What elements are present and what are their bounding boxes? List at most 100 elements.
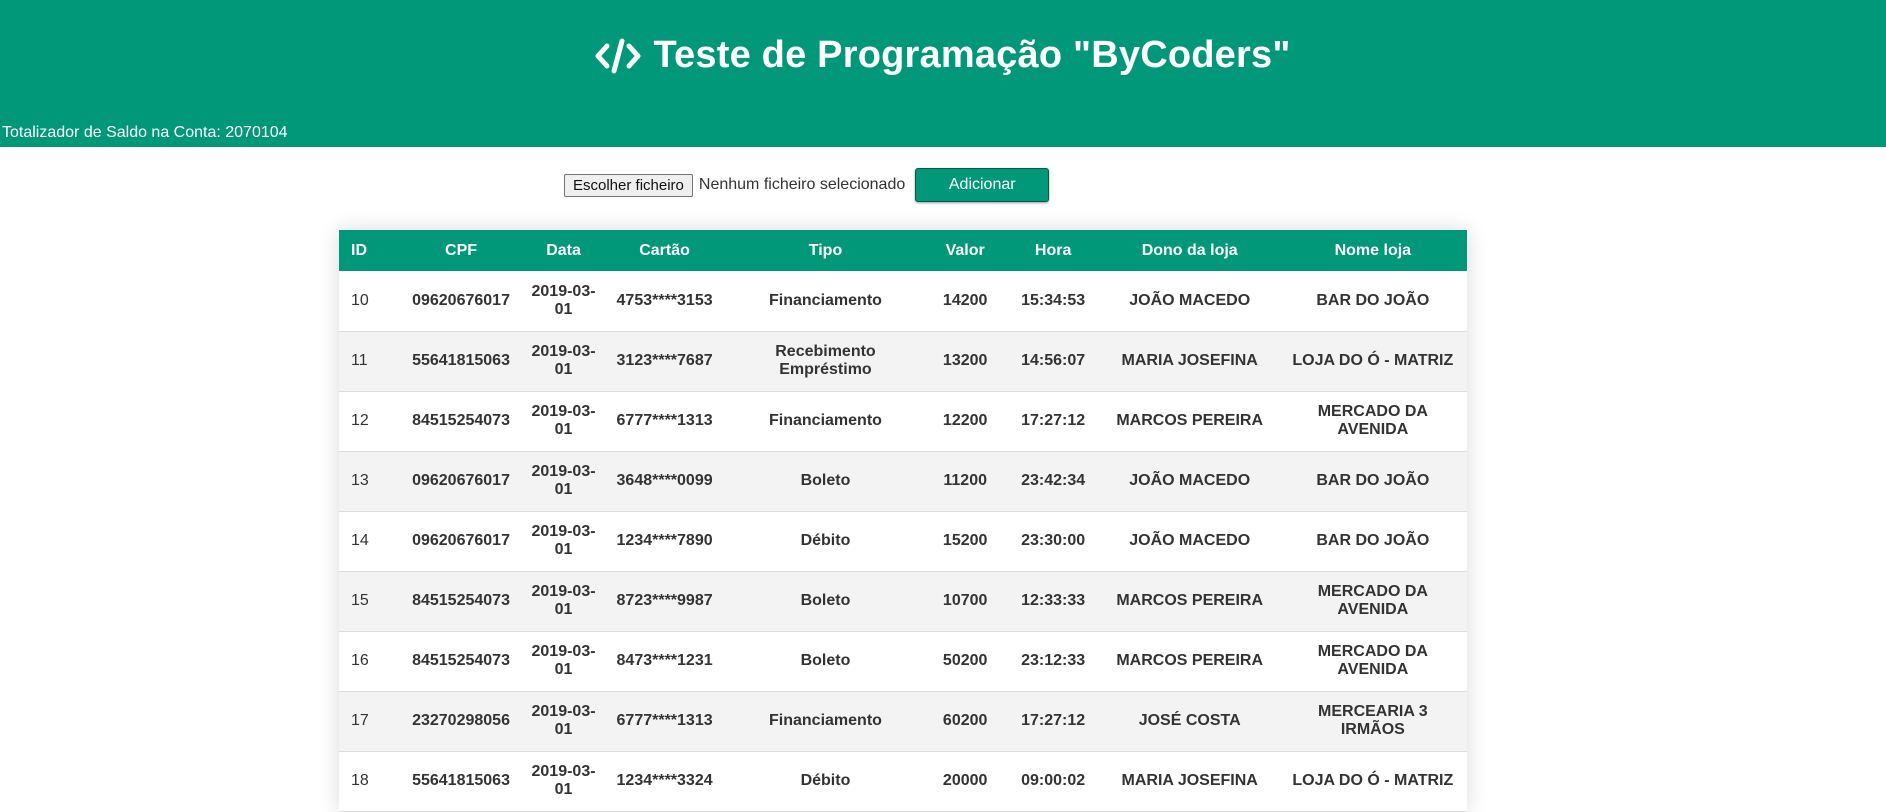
choose-file-button[interactable]: Escolher ficheiro [564,173,693,197]
cell-valor: 11200 [943,472,987,489]
balance-total: Totalizador de Saldo na Conta: 2070104 [2,124,288,141]
cell-valor: 14200 [942,291,988,309]
cell-id: 11 [351,352,368,369]
table-row: 12 84515254073 2019-03-01 6777****1313 Finan… [339,391,1467,451]
cell-nome-loja: MERCADO DA AVENIDA [1317,643,1428,678]
cell-cpf: 84515254073 [412,592,510,609]
cell-hora: 14:56:07 [1021,352,1086,369]
cell-valor: 60200 [942,712,988,729]
cell-cpf: 84515254073 [412,652,510,669]
page-header: Teste de Programação "ByCoders" Totaliza… [0,0,1886,147]
cell-tipo: Débito [800,532,851,549]
table-header-row: ID CPF Data Cartão Tipo Valor Hora Dono da loja… [339,230,1467,271]
cell-nome-loja: MERCADO DA AVENIDA [1317,403,1428,438]
cell-data: 2019-03-01 [531,523,596,558]
cell-tipo: Recebimento Empréstimo [775,343,876,378]
table-row: 17 23270298056 2019-03-01 6777****1313 Finan… [339,691,1467,751]
cell-data: 2019-03-01 [531,643,596,678]
table-row: 13 09620676017 2019-03-01 3648****0099 Bolet… [339,451,1467,511]
cell-cartao: 6777****1313 [616,712,713,729]
cell-cpf: 23270298056 [412,712,510,729]
cell-nome-loja: LOJA DO Ó - MATRIZ [1292,772,1454,789]
add-button[interactable]: Adicionar [915,168,1050,202]
table-row: 15 84515254073 2019-03-01 8723****9987 Bolet… [339,571,1467,631]
column-header-dono: Dono da loja [1141,241,1238,259]
cell-dono: JOÃO MACEDO [1129,532,1251,549]
cell-nome-loja: MERCADO DA AVENIDA [1317,583,1428,618]
cell-valor: 12200 [942,412,988,429]
cell-data: 2019-03-01 [531,282,596,318]
cell-hora: 17:27:12 [1021,712,1086,729]
transactions-table-wrap: ID CPF Data Cartão Tipo Valor Hora Dono da loja… [339,230,1467,812]
cell-cartao: 1234****7890 [616,532,713,549]
cell-data: 2019-03-01 [531,343,596,378]
cell-cartao: 6777****1313 [616,412,713,429]
column-header-id: ID [351,241,367,259]
column-header-nome-loja: Nome loja [1334,241,1412,259]
cell-data: 2019-03-01 [531,763,596,798]
code-icon [595,38,641,73]
cell-dono: MARCOS PEREIRA [1116,412,1264,429]
cell-valor: 20000 [942,772,988,789]
cell-tipo: Financiamento [769,412,882,429]
cell-data: 2019-03-01 [531,703,596,738]
cell-id: 18 [351,772,369,789]
cell-cpf: 09620676017 [412,532,510,549]
cell-id: 17 [351,712,369,729]
cell-tipo: Boleto [800,472,851,489]
page-title: Teste de Programação "ByCoders" [653,34,1291,76]
cell-id: 15 [351,592,369,609]
cell-data: 2019-03-01 [531,583,596,618]
cell-hora: 09:00:02 [1021,772,1086,789]
column-header-cpf: CPF [445,241,478,259]
cell-tipo: Débito [800,772,851,789]
cell-valor: 50200 [942,652,988,669]
cell-id: 12 [351,412,369,429]
file-status: Nenhum ficheiro selecionado [698,176,906,193]
cell-valor: 10700 [942,592,988,609]
cell-cartao: 8473****1231 [616,652,713,669]
cell-hora: 17:27:12 [1021,412,1086,429]
column-header-tipo: Tipo [808,241,843,259]
cell-cartao: 4753****3153 [616,291,713,309]
cell-nome-loja: LOJA DO Ó - MATRIZ [1292,352,1454,369]
cell-cpf: 09620676017 [412,472,510,489]
cell-valor: 13200 [942,352,988,369]
cell-hora: 15:34:53 [1021,291,1086,309]
cell-dono: MARCOS PEREIRA [1116,652,1264,669]
upload-form: Escolher ficheiro Nenhum ficheiro seleci… [564,168,1050,202]
cell-cpf: 09620676017 [412,291,510,309]
cell-valor: 15200 [942,532,988,549]
cell-hora: 23:12:33 [1021,652,1086,669]
cell-tipo: Financiamento [769,712,882,729]
cell-hora: 12:33:33 [1021,592,1086,609]
cell-dono: MARIA JOSEFINA [1121,352,1258,369]
column-header-cartao: Cartão [639,241,690,259]
table-row: 18 55641815063 2019-03-01 1234****3324 Débit… [339,751,1467,811]
cell-cartao: 1234****3324 [616,772,713,789]
cell-nome-loja: BAR DO JOÃO [1316,532,1430,549]
cell-dono: JOÃO MACEDO [1129,291,1251,309]
table-row: 11 55641815063 2019-03-01 3123****7687 Receb… [339,331,1467,391]
table-row: 10 09620676017 2019-03-01 4753****3153 Finan… [339,271,1467,331]
column-header-data: Data [546,241,581,259]
cell-cartao: 8723****9987 [616,592,713,609]
cell-dono: MARCOS PEREIRA [1116,592,1264,609]
cell-nome-loja: MERCEARIA 3 IRMÃOS [1318,703,1428,738]
cell-id: 10 [351,291,369,309]
column-header-valor: Valor [945,241,985,259]
cell-tipo: Financiamento [769,291,882,309]
cell-hora: 23:30:00 [1021,532,1086,549]
cell-data: 2019-03-01 [531,463,596,498]
title-row: Teste de Programação "ByCoders" [0,34,1886,77]
cell-nome-loja: BAR DO JOÃO [1316,472,1430,489]
cell-cartao: 3648****0099 [616,472,713,489]
cell-cpf: 84515254073 [412,412,510,429]
transactions-table: ID CPF Data Cartão Tipo Valor Hora Dono da loja… [339,230,1467,812]
cell-data: 2019-03-01 [531,403,596,438]
cell-tipo: Boleto [800,652,851,669]
cell-id: 16 [351,652,369,669]
cell-cpf: 55641815063 [412,772,510,789]
cell-id: 14 [351,532,369,549]
column-header-hora: Hora [1034,241,1072,259]
